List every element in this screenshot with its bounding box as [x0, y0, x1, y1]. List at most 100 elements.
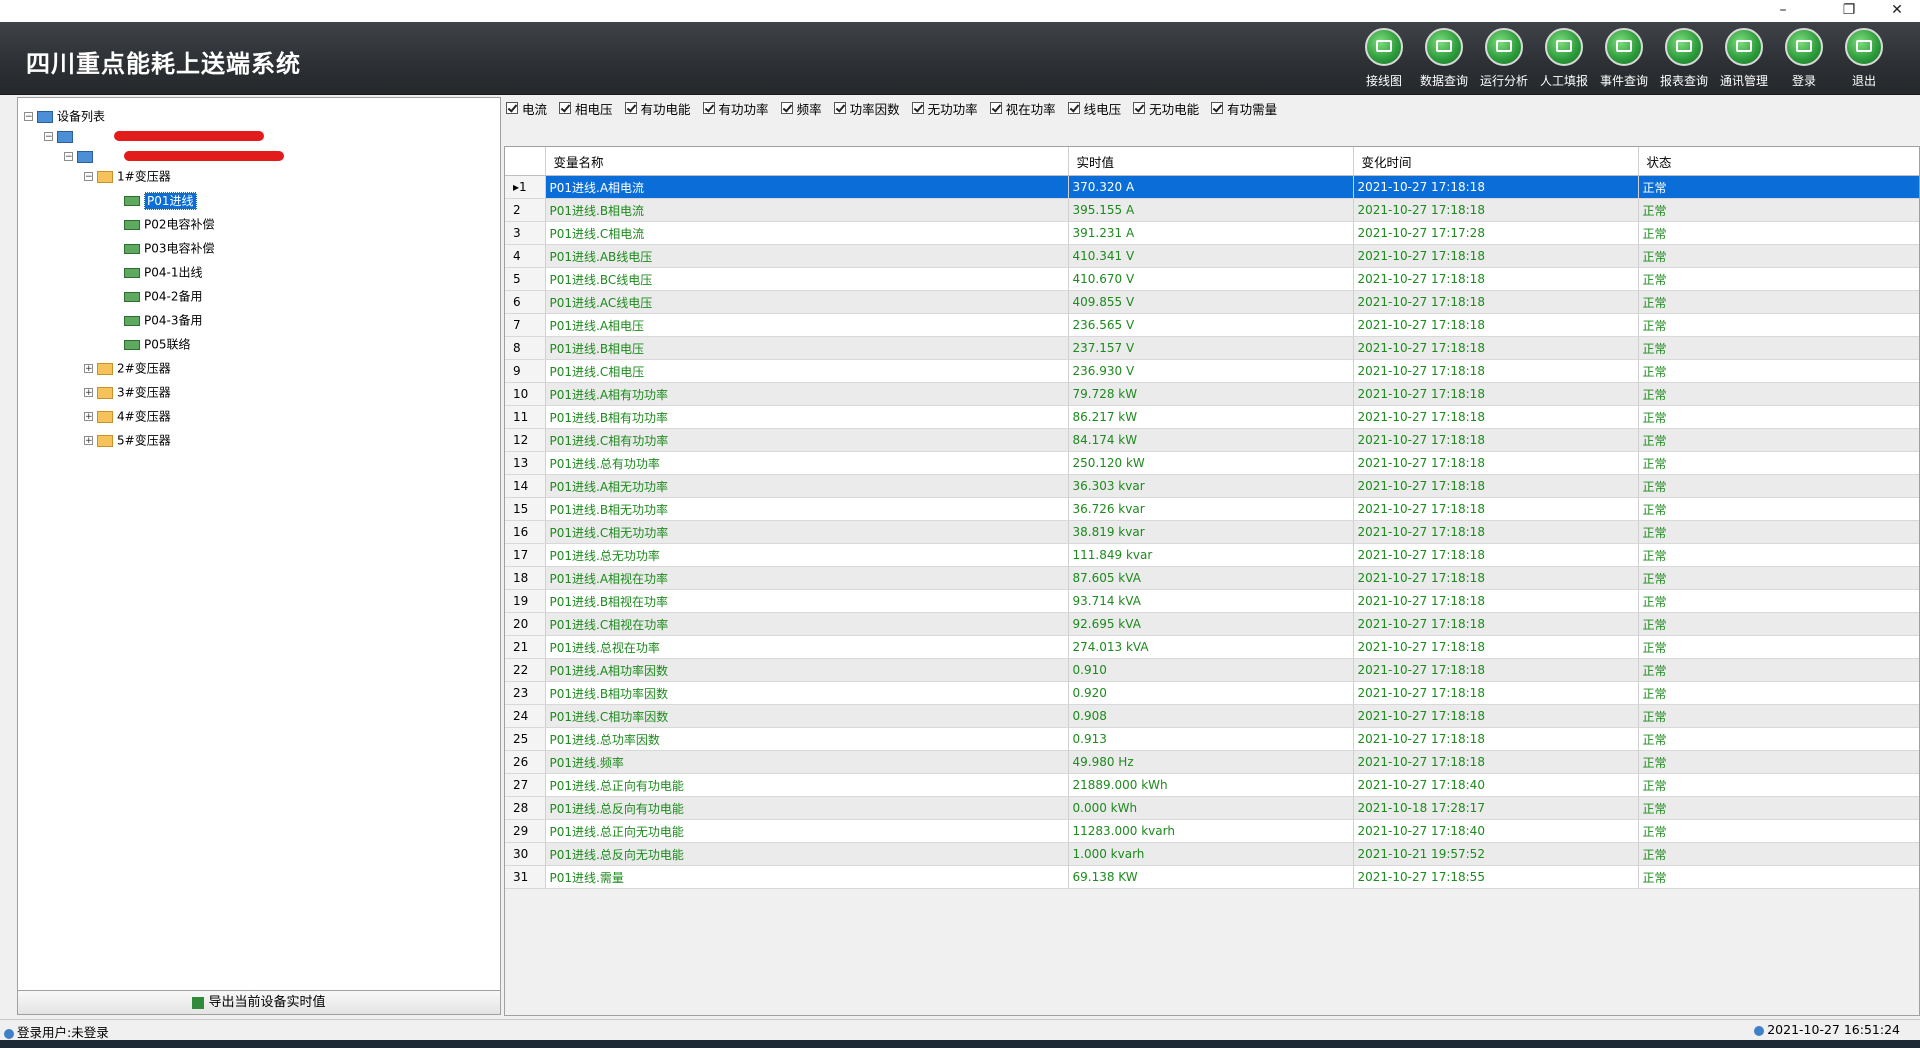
table-row[interactable]: 3 P01进线.C相电流 391.231 A 2021-10-27 17:17:28 正… [505, 221, 1919, 245]
expand-icon[interactable]: + [84, 388, 93, 398]
column-header-1[interactable]: 实时值 [1068, 147, 1354, 176]
table-row[interactable]: 11 P01进线.B相有功功率 86.217 kW 2021-10-27 17:18:… [505, 405, 1919, 429]
toolbar-button-0[interactable]: 接线图 [1354, 26, 1414, 92]
collapse-icon[interactable]: − [24, 112, 33, 122]
collapse-icon[interactable]: − [44, 132, 53, 142]
table-row[interactable]: 19 P01进线.B相视在功率 93.714 kVA 2021-10-27 17:18… [505, 589, 1919, 613]
tree-feeder-6[interactable]: P05联络 [124, 334, 191, 354]
checkbox-checked-icon[interactable] [559, 102, 572, 114]
toolbar-button-5[interactable]: 报表查询 [1654, 26, 1714, 92]
tree-transformer-3[interactable]: +3#变压器 [84, 382, 171, 402]
toolbar-button-7[interactable]: 登录 [1774, 26, 1834, 92]
table-row[interactable]: 22 P01进线.A相功率因数 0.910 2021-10-27 17:18:18 正常 [505, 658, 1919, 682]
tree-feeder-5[interactable]: P04-3备用 [124, 310, 202, 330]
variable-name-cell: P01进线.C相视在功率 [545, 612, 1069, 636]
table-row[interactable]: 17 P01进线.总无功功率 111.849 kvar 2021-10-27 17:1… [505, 543, 1919, 567]
table-row[interactable]: 24 P01进线.C相功率因数 0.908 2021-10-27 17:18:18 正常 [505, 704, 1919, 728]
checkbox-checked-icon[interactable] [1133, 102, 1146, 114]
filter-checkbox-7[interactable]: 视在功率 [989, 99, 1056, 118]
table-row[interactable]: 26 P01进线.频率 49.980 Hz 2021-10-27 17:18:18 正常 [505, 750, 1919, 774]
minimize-button[interactable]: – [1760, 0, 1806, 22]
table-row[interactable]: 12 P01进线.C相有功功率 84.174 kW 2021-10-27 17:18:… [505, 428, 1919, 452]
table-row[interactable]: 7 P01进线.A相电压 236.565 V 2021-10-27 17:18:18 正… [505, 313, 1919, 337]
checkbox-checked-icon[interactable] [1067, 102, 1080, 114]
toolbar-button-6[interactable]: 通讯管理 [1714, 26, 1774, 92]
toolbar-button-1[interactable]: 数据查询 [1414, 26, 1474, 92]
column-header-2[interactable]: 变化时间 [1353, 147, 1639, 176]
export-realtime-button[interactable]: 导出当前设备实时值 [17, 990, 501, 1015]
table-row[interactable]: 6 P01进线.AC线电压 409.855 V 2021-10-27 17:18:18… [505, 290, 1919, 314]
table-row[interactable]: 4 P01进线.AB线电压 410.341 V 2021-10-27 17:18:18… [505, 244, 1919, 268]
table-row[interactable]: 18 P01进线.A相视在功率 87.605 kVA 2021-10-27 17:18… [505, 566, 1919, 590]
table-row[interactable]: 20 P01进线.C相视在功率 92.695 kVA 2021-10-27 17:18… [505, 612, 1919, 636]
table-row[interactable]: 13 P01进线.总有功功率 250.120 kW 2021-10-27 17:18:… [505, 451, 1919, 475]
tree-feeder-4[interactable]: P04-2备用 [124, 286, 202, 306]
filter-checkbox-10[interactable]: 有功需量 [1211, 99, 1277, 118]
app-title: 四川重点能耗上送端系统 [26, 49, 301, 78]
tree-root[interactable]: − 设备列表 [24, 106, 105, 126]
table-row[interactable]: ▸1 P01进线.A相电流 370.320 A 2021-10-27 17:18:18… [505, 175, 1919, 199]
tree-transformer-1[interactable]: − 1#变压器 [84, 166, 171, 186]
variable-name-cell: P01进线.BC线电压 [545, 267, 1069, 291]
tree-feeder-3[interactable]: P04-1出线 [124, 262, 202, 282]
table-row[interactable]: 21 P01进线.总视在功率 274.013 kVA 2021-10-27 17:18… [505, 635, 1919, 659]
checkbox-checked-icon[interactable] [989, 102, 1002, 114]
table-row[interactable]: 8 P01进线.B相电压 237.157 V 2021-10-27 17:18:18 正… [505, 336, 1919, 360]
filter-checkbox-9[interactable]: 无功电能 [1133, 99, 1199, 118]
filter-checkbox-0[interactable]: 电流 [506, 99, 547, 118]
checkbox-checked-icon[interactable] [506, 102, 518, 114]
table-row[interactable]: 9 P01进线.C相电压 236.930 V 2021-10-27 17:18:18 正… [505, 359, 1919, 383]
column-header-0[interactable]: 变量名称 [545, 147, 1069, 176]
tree-feeder-1[interactable]: P02电容补偿 [124, 214, 215, 234]
tree-transformer-5[interactable]: +5#变压器 [84, 430, 171, 450]
status-cell: 正常 [1638, 451, 1919, 475]
table-row[interactable]: 31 P01进线.需量 69.138 KW 2021-10-27 17:18:55 正常 [505, 865, 1919, 889]
tree-site-node[interactable]: − [44, 126, 77, 146]
checkbox-checked-icon[interactable] [911, 102, 924, 114]
table-row[interactable]: 14 P01进线.A相无功功率 36.303 kvar 2021-10-27 17:1… [505, 474, 1919, 498]
tree-station-node[interactable]: − [64, 146, 97, 166]
table-row[interactable]: 23 P01进线.B相功率因数 0.920 2021-10-27 17:18:18 正常 [505, 681, 1919, 705]
table-row[interactable]: 30 P01进线.总反向无功电能 1.000 kvarh 2021-10-21 19:… [505, 842, 1919, 866]
table-row[interactable]: 5 P01进线.BC线电压 410.670 V 2021-10-27 17:18:18… [505, 267, 1919, 291]
filter-checkbox-4[interactable]: 频率 [780, 99, 822, 118]
toolbar-button-2[interactable]: 运行分析 [1474, 26, 1534, 92]
table-row[interactable]: 16 P01进线.C相无功功率 38.819 kvar 2021-10-27 17:1… [505, 520, 1919, 544]
filter-checkbox-3[interactable]: 有功功率 [702, 99, 769, 118]
filter-checkbox-2[interactable]: 有功电能 [624, 99, 691, 118]
tree-transformer-4[interactable]: +4#变压器 [84, 406, 171, 426]
tree-transformer-2[interactable]: +2#变压器 [84, 358, 171, 378]
filter-checkbox-6[interactable]: 无功功率 [911, 99, 978, 118]
column-header-3[interactable]: 状态 [1638, 147, 1919, 176]
table-row[interactable]: 2 P01进线.B相电流 395.155 A 2021-10-27 17:18:18 正… [505, 198, 1919, 222]
table-row[interactable]: 25 P01进线.总功率因数 0.913 2021-10-27 17:18:18 正常 [505, 727, 1919, 751]
restore-button[interactable]: ❐ [1826, 0, 1872, 22]
filter-checkbox-8[interactable]: 线电压 [1067, 99, 1121, 118]
toolbar-button-8[interactable]: 退出 [1834, 26, 1894, 92]
table-row[interactable]: 27 P01进线.总正向有功电能 21889.000 kWh 2021-10-27 1… [505, 773, 1919, 797]
checkbox-checked-icon[interactable] [833, 102, 846, 114]
tree-feeder-2[interactable]: P03电容补偿 [124, 238, 215, 258]
collapse-icon[interactable]: − [64, 152, 73, 162]
filter-checkbox-5[interactable]: 功率因数 [833, 99, 900, 118]
table-row[interactable]: 10 P01进线.A相有功功率 79.728 kW 2021-10-27 17:18:… [505, 382, 1919, 406]
variable-name-cell: P01进线.总正向无功电能 [545, 819, 1069, 843]
checkbox-checked-icon[interactable] [1211, 102, 1224, 114]
checkbox-checked-icon[interactable] [702, 102, 715, 114]
table-row[interactable]: 28 P01进线.总反向有功电能 0.000 kWh 2021-10-18 17:28… [505, 796, 1919, 820]
variable-name-cell: P01进线.A相功率因数 [545, 658, 1069, 682]
close-button[interactable]: ✕ [1874, 0, 1920, 22]
checkbox-checked-icon[interactable] [624, 102, 637, 114]
expand-icon[interactable]: + [84, 436, 93, 446]
table-row[interactable]: 29 P01进线.总正向无功电能 11283.000 kvarh 2021-10-27… [505, 819, 1919, 843]
toolbar-button-3[interactable]: 人工填报 [1534, 26, 1594, 92]
row-index: 7 [505, 313, 546, 337]
expand-icon[interactable]: + [84, 364, 93, 374]
table-row[interactable]: 15 P01进线.B相无功功率 36.726 kvar 2021-10-27 17:1… [505, 497, 1919, 521]
expand-icon[interactable]: + [84, 412, 93, 422]
checkbox-checked-icon[interactable] [780, 102, 793, 114]
toolbar-button-4[interactable]: 事件查询 [1594, 26, 1654, 92]
collapse-icon[interactable]: − [84, 172, 93, 182]
filter-checkbox-1[interactable]: 相电压 [559, 99, 613, 118]
tree-feeder-0[interactable]: P01进线 [124, 190, 197, 210]
